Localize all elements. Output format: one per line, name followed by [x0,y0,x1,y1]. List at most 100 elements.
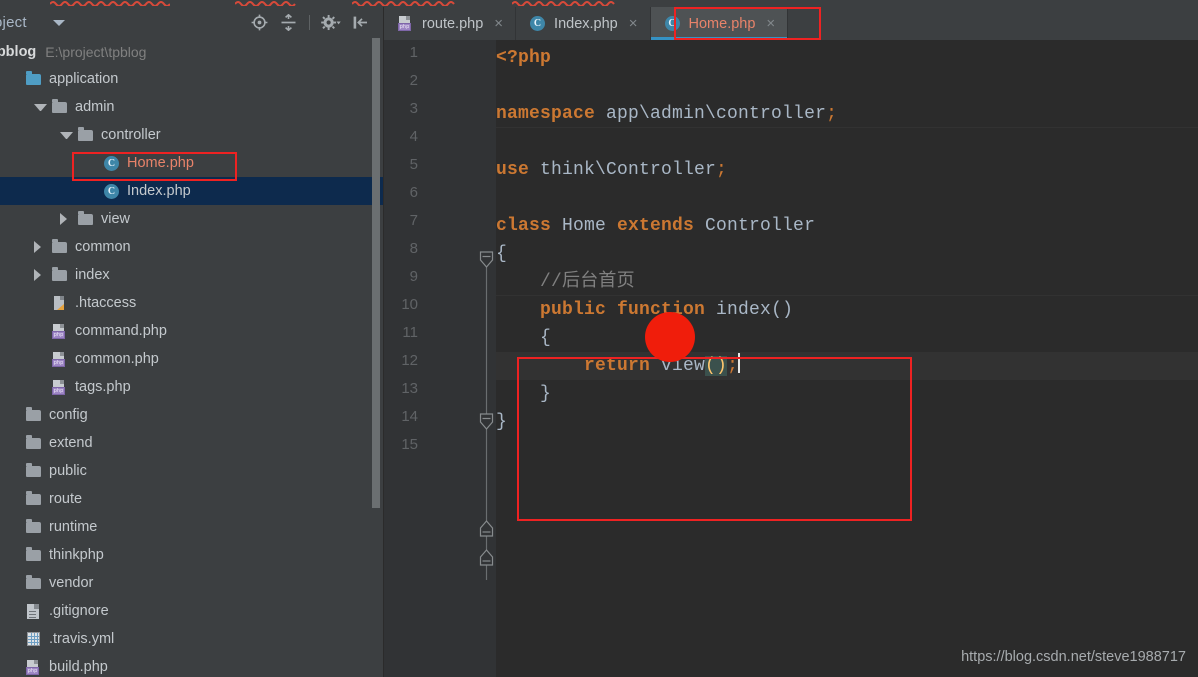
tree-item-label: thinkphp [49,547,104,563]
tree-item-travis-yml[interactable]: .travis.yml [0,625,384,653]
code-line[interactable] [496,184,1198,212]
tree-item-home-php[interactable]: C Home.php [0,149,384,177]
editor-tab-home-php[interactable]: C Home.php × [650,7,789,40]
tree-item-label: common.php [75,351,159,367]
squiggle-underline-1 [50,0,170,6]
tree-item-build-php[interactable]: php build.php [0,653,384,677]
cutoff-menu-strip [0,0,1198,7]
tree-item-controller[interactable]: controller [0,121,384,149]
code-line[interactable]: public function index() [496,296,1198,324]
chevron-down-icon[interactable] [60,131,73,139]
tree-item-config[interactable]: config [0,401,384,429]
folder-gray-icon [25,547,42,563]
close-icon[interactable]: × [766,16,775,31]
tree-item-label: config [49,407,88,423]
tree-item-label: application [49,71,119,87]
sidebar-toolbar: oject [0,7,384,38]
code-folding-column[interactable] [477,40,496,677]
project-tree[interactable]: tpblog E:\project\tpblog application admi… [0,38,384,677]
code-line[interactable]: class Home extends Controller [496,212,1198,240]
tree-item-tags-php[interactable]: php tags.php [0,373,384,401]
editor-tab-index-php[interactable]: C Index.php × [516,7,651,40]
sidebar-scrollbar-thumb[interactable] [372,38,380,508]
project-name: tpblog [0,43,37,60]
collapse-all-icon[interactable] [278,13,298,33]
tree-item-index-php[interactable]: C Index.php [0,177,384,205]
code-content[interactable]: <?php namespace app\admin\controller; use … [496,40,1198,677]
code-line[interactable] [496,436,1198,464]
code-line[interactable]: { [496,324,1198,352]
tree-item-label: vendor [49,575,94,591]
code-line[interactable] [496,72,1198,100]
tree-item-admin[interactable]: admin [0,93,384,121]
code-line-text: } [496,412,508,432]
close-icon[interactable]: × [629,16,638,31]
locate-target-icon[interactable] [249,13,269,33]
squiggle-underline-4 [512,0,618,6]
code-editor[interactable]: 1 2 3 4 5 6 7 8 9 10 11 12 13 14 15 <?ph… [384,40,1198,677]
chevron-down-icon[interactable] [52,19,65,26]
code-line[interactable]: { [496,240,1198,268]
project-root-row[interactable]: tpblog E:\project\tpblog [0,38,384,65]
tree-item-label: controller [101,127,161,143]
php-class-icon: C [664,15,681,32]
code-line[interactable]: return view(); [496,352,1198,380]
hide-panel-icon[interactable] [350,13,370,33]
code-line[interactable]: //后台首页 [496,268,1198,296]
tree-item-extend[interactable]: extend [0,429,384,457]
tree-item-route[interactable]: route [0,485,384,513]
editor-tab-bar: php route.php × C Index.php × C Home.php × [384,7,1198,40]
tree-item-runtime[interactable]: runtime [0,513,384,541]
line-number: 14 [401,408,418,425]
chevron-right-icon[interactable] [34,241,47,253]
close-icon[interactable]: × [494,16,503,31]
php-class-icon: C [103,155,120,171]
php-class-icon: C [529,15,546,32]
tree-item-label: extend [49,435,93,451]
tree-item-view[interactable]: view [0,205,384,233]
editor-tab-route-php[interactable]: php route.php × [384,7,517,40]
folder-gray-icon [51,267,68,283]
code-line[interactable]: <?php [496,44,1198,72]
sidebar-scrollbar[interactable] [372,38,380,677]
folder-gray-icon [51,99,68,115]
php-file-icon: php [51,351,68,367]
folder-gray-icon [25,407,42,423]
tree-item-index[interactable]: index [0,261,384,289]
tree-item-label: public [49,463,87,479]
tree-item-thinkphp[interactable]: thinkphp [0,541,384,569]
tree-item-htaccess[interactable]: .htaccess [0,289,384,317]
code-line-text: <?php [496,48,552,68]
folder-gray-icon [25,463,42,479]
tree-item-command-php[interactable]: php command.php [0,317,384,345]
line-number: 7 [409,212,418,229]
tree-item-common[interactable]: common [0,233,384,261]
chevron-right-icon[interactable] [34,269,47,281]
chevron-right-icon[interactable] [60,213,73,225]
chevron-down-icon[interactable] [34,103,47,111]
code-line[interactable] [496,128,1198,156]
tree-item-common-php[interactable]: php common.php [0,345,384,373]
tree-item-application[interactable]: application [0,65,384,93]
php-file-icon: php [51,379,68,395]
tree-item-label: tags.php [75,379,131,395]
code-line[interactable]: use think\Controller; [496,156,1198,184]
code-line[interactable]: } [496,380,1198,408]
tree-item-vendor[interactable]: vendor [0,569,384,597]
code-line[interactable]: namespace app\admin\controller; [496,100,1198,128]
settings-gear-icon[interactable] [321,13,341,33]
code-line[interactable]: } [496,408,1198,436]
editor-tab-label: Index.php [554,15,618,32]
tree-item-label: Index.php [127,183,191,199]
line-number: 3 [409,100,418,117]
tree-item-public[interactable]: public [0,457,384,485]
line-number-gutter: 1 2 3 4 5 6 7 8 9 10 11 12 13 14 15 [384,40,496,677]
tree-item-gitignore[interactable]: .gitignore [0,597,384,625]
